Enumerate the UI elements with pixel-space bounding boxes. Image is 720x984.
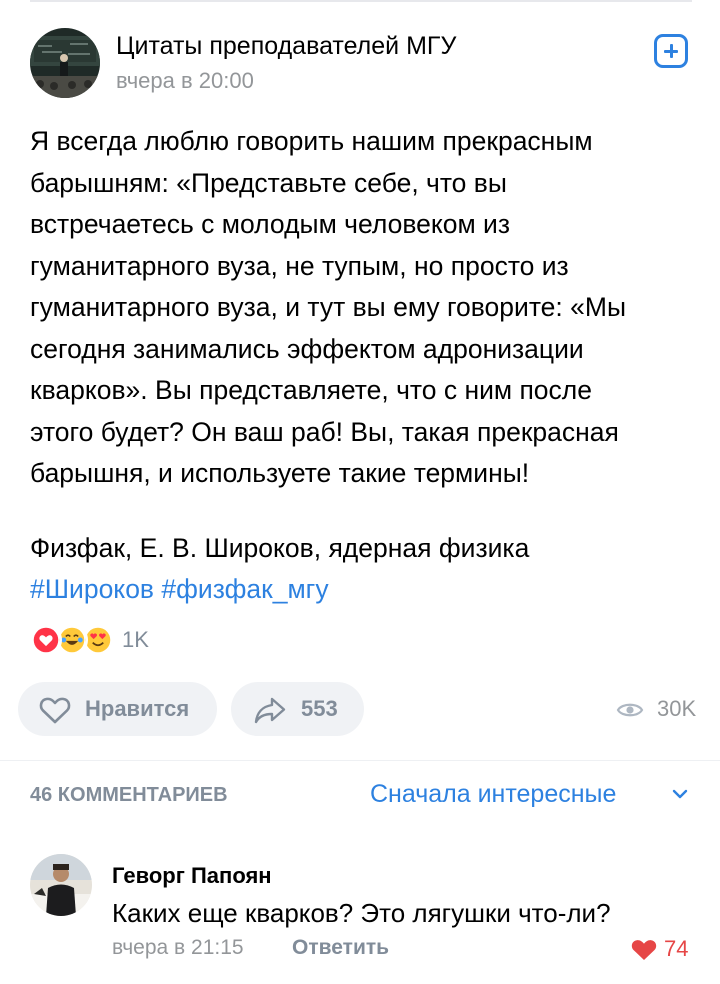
- comment-text: Каких еще кварков? Это лягушки что-ли?: [112, 898, 611, 928]
- reactions-summary[interactable]: 1K: [30, 624, 230, 656]
- hashtag-link[interactable]: #Широков: [30, 574, 154, 604]
- post-signature: Физфак, Е. В. Широков, ядерная физика: [30, 533, 530, 563]
- views-count: 30K: [657, 696, 697, 721]
- share-arrow-icon: [254, 697, 286, 724]
- comment-avatar[interactable]: [30, 854, 92, 916]
- comments-count-header: 46 КОММЕНТАРИЕВ: [30, 784, 228, 806]
- hashtag-link[interactable]: #физфак_мгу: [161, 574, 328, 604]
- like-label: Нравится: [85, 696, 190, 721]
- reply-button[interactable]: Ответить: [292, 936, 389, 960]
- views-counter: 30K: [612, 696, 712, 726]
- comment-author[interactable]: Геворг Папоян: [112, 863, 272, 889]
- post-hashtags: #Широков #физфак_мгу: [30, 569, 329, 611]
- comment-like-count: 74: [664, 936, 689, 961]
- share-button[interactable]: 553: [231, 682, 364, 736]
- section-divider: [0, 760, 720, 761]
- comments-sort-select[interactable]: Сначала интересные: [370, 780, 692, 812]
- post-header: Цитаты преподавателей МГУ вчера в 20:00: [30, 28, 692, 100]
- chevron-down-icon: [672, 789, 688, 799]
- top-divider: [30, 0, 692, 2]
- group-avatar[interactable]: [30, 28, 100, 98]
- post-text: Я всегда люблю говорить нашим прекрасным…: [30, 126, 626, 488]
- heart-outline-icon: [39, 697, 71, 724]
- post-time[interactable]: вчера в 20:00: [116, 68, 254, 94]
- group-name[interactable]: Цитаты преподавателей МГУ: [116, 32, 456, 61]
- reactions-count: 1K: [122, 627, 149, 652]
- subscribe-button[interactable]: [654, 34, 688, 68]
- sort-label: Сначала интересные: [370, 780, 617, 808]
- heart-filled-icon: [631, 940, 657, 960]
- share-count: 553: [301, 696, 338, 721]
- comment-item: Геворг Папоян Каких еще кварков? Это ляг…: [30, 854, 692, 974]
- heart-reaction-icon: [30, 624, 62, 656]
- comment-time: вчера в 21:15: [112, 936, 244, 959]
- comment-like-button[interactable]: 74: [630, 934, 692, 964]
- eye-icon: [616, 703, 644, 717]
- like-button[interactable]: Нравится: [18, 682, 217, 736]
